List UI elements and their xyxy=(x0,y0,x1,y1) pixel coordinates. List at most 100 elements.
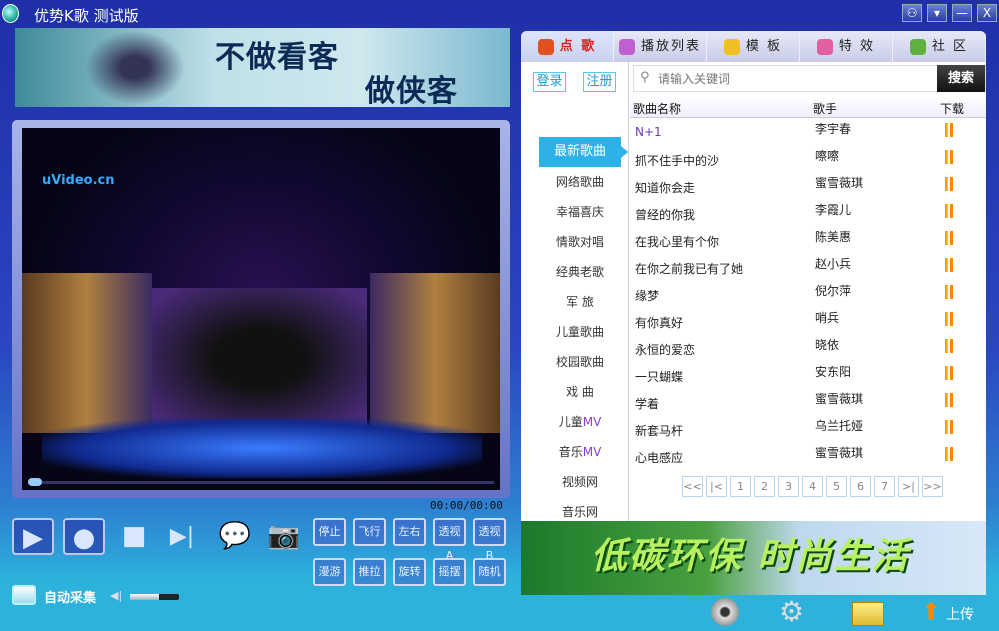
table-row[interactable]: 曾经的你我 李霞儿 xyxy=(630,200,986,227)
page-button[interactable]: 2 xyxy=(754,476,775,497)
effect-button[interactable]: 摇摆 xyxy=(433,558,466,586)
camera-icon[interactable]: 📷 xyxy=(264,518,304,555)
singer-name[interactable]: 晓依 xyxy=(815,336,839,353)
category-item[interactable]: 戏 曲 xyxy=(539,377,621,407)
singer-name[interactable]: 李宇春 xyxy=(815,120,851,137)
play-button[interactable]: ▶ xyxy=(12,518,54,555)
table-row[interactable]: 在我心里有个你 陈美惠 xyxy=(630,227,986,254)
singer-name[interactable]: 陈美惠 xyxy=(815,228,851,245)
singer-name[interactable]: 蜜雪薇琪 xyxy=(815,390,863,407)
effect-button[interactable]: 左右 xyxy=(393,518,426,546)
tab-item[interactable]: 特 效 xyxy=(800,31,893,62)
chat-icon[interactable]: 💬 xyxy=(215,518,255,555)
upload-button[interactable]: 上传 xyxy=(946,604,974,624)
song-name[interactable]: 学着 xyxy=(635,395,659,412)
ad-banner[interactable]: 低碳环保 时尚生活 xyxy=(521,521,986,595)
table-row[interactable]: 心电感应 蜜雪薇琪 xyxy=(630,443,986,470)
login-button[interactable]: 登录 xyxy=(533,72,566,92)
effect-button[interactable]: 漫游 xyxy=(313,558,346,586)
download-icon[interactable] xyxy=(945,231,948,245)
tab-item[interactable]: 播放列表 xyxy=(614,31,707,62)
category-item[interactable]: 军 旅 xyxy=(539,287,621,317)
video-display[interactable]: uVideo.cn xyxy=(22,128,500,490)
table-row[interactable]: 在你之前我已有了她 赵小兵 xyxy=(630,254,986,281)
category-item[interactable]: 视频网 xyxy=(539,467,621,497)
volume-icon[interactable]: ◀| xyxy=(110,589,122,602)
minimize-button[interactable]: — xyxy=(952,4,972,22)
effect-button[interactable]: 透视B xyxy=(473,518,506,562)
category-item[interactable]: 校园歌曲 xyxy=(539,347,621,377)
effect-button[interactable]: 停止 xyxy=(313,518,346,546)
download-icon[interactable] xyxy=(945,447,948,461)
download-icon[interactable] xyxy=(945,258,948,272)
song-name[interactable]: 抓不住手中的沙 xyxy=(635,152,719,169)
seek-handle[interactable] xyxy=(28,478,42,486)
song-name[interactable]: 曾经的你我 xyxy=(635,206,695,223)
page-button[interactable]: 6 xyxy=(850,476,871,497)
singer-name[interactable]: 李霞儿 xyxy=(815,201,851,218)
table-row[interactable]: 有你真好 哨兵 xyxy=(630,308,986,335)
download-icon[interactable] xyxy=(945,420,948,434)
song-name[interactable]: 新套马杆 xyxy=(635,422,683,439)
category-item-mv[interactable]: 儿童MV xyxy=(539,407,621,437)
singer-name[interactable]: 倪尔萍 xyxy=(815,282,851,299)
singer-name[interactable]: 哨兵 xyxy=(815,309,839,326)
record-button[interactable]: ● xyxy=(63,518,105,555)
song-name[interactable]: 在你之前我已有了她 xyxy=(635,260,743,277)
download-icon[interactable] xyxy=(945,123,948,137)
download-icon[interactable] xyxy=(945,177,948,191)
category-item[interactable]: 儿童歌曲 xyxy=(539,317,621,347)
search-button[interactable]: 搜索 xyxy=(937,65,985,92)
download-icon[interactable] xyxy=(945,285,948,299)
table-row[interactable]: 知道你会走 蜜雪薇琪 xyxy=(630,173,986,200)
song-name[interactable]: 在我心里有个你 xyxy=(635,233,719,250)
category-item[interactable]: 经典老歌 xyxy=(539,257,621,287)
close-button[interactable]: X xyxy=(977,4,997,22)
page-button[interactable]: 5 xyxy=(826,476,847,497)
song-name[interactable]: 有你真好 xyxy=(635,314,683,331)
category-item[interactable]: 音乐网 xyxy=(539,497,621,521)
category-item[interactable]: 幸福喜庆 xyxy=(539,197,621,227)
settings-gear-icon[interactable]: ⚙ xyxy=(779,598,807,626)
page-button[interactable]: >| xyxy=(898,476,919,497)
download-icon[interactable] xyxy=(945,312,948,326)
table-row[interactable]: 抓不住手中的沙 嚓嚓 xyxy=(630,146,986,173)
singer-name[interactable]: 蜜雪薇琪 xyxy=(815,444,863,461)
stop-icon[interactable]: ■ xyxy=(115,518,153,555)
folder-icon[interactable] xyxy=(852,602,884,626)
song-name[interactable]: 心电感应 xyxy=(635,449,683,466)
download-icon[interactable] xyxy=(945,150,948,164)
singer-name[interactable]: 蜜雪薇琪 xyxy=(815,174,863,191)
category-item[interactable]: 最新歌曲 xyxy=(539,137,628,167)
next-icon[interactable]: ▶| xyxy=(163,518,201,555)
download-icon[interactable] xyxy=(945,339,948,353)
singer-name[interactable]: 乌兰托娅 xyxy=(815,417,863,434)
effect-button[interactable]: 飞行 xyxy=(353,518,386,546)
singer-name[interactable]: 赵小兵 xyxy=(815,255,851,272)
song-name[interactable]: 一只蝴蝶 xyxy=(635,368,683,385)
song-name[interactable]: 永恒的爱恋 xyxy=(635,341,695,358)
top-banner[interactable]: 不做看客 做侠客 xyxy=(15,28,510,109)
category-item[interactable]: 网络歌曲 xyxy=(539,167,621,197)
tab-item[interactable]: 模 板 xyxy=(707,31,800,62)
skin-button[interactable]: ⚇ xyxy=(902,4,922,22)
page-button[interactable]: 4 xyxy=(802,476,823,497)
register-button[interactable]: 注册 xyxy=(583,72,616,92)
search-input[interactable] xyxy=(658,68,928,89)
download-icon[interactable] xyxy=(945,366,948,380)
table-row[interactable]: N+1 李宇春 xyxy=(630,119,986,146)
seek-bar[interactable] xyxy=(28,478,494,486)
upload-arrow-icon[interactable]: ⬆ xyxy=(921,598,949,626)
singer-name[interactable]: 安东阳 xyxy=(815,363,851,380)
auto-collect-checkbox[interactable] xyxy=(12,585,36,605)
category-item[interactable]: 情歌对唱 xyxy=(539,227,621,257)
table-row[interactable]: 缘梦 倪尔萍 xyxy=(630,281,986,308)
table-row[interactable]: 永恒的爱恋 晓依 xyxy=(630,335,986,362)
song-name[interactable]: 缘梦 xyxy=(635,287,659,304)
effect-button[interactable]: 随机 xyxy=(473,558,506,586)
table-row[interactable]: 学着 蜜雪薇琪 xyxy=(630,389,986,416)
tab-item[interactable]: 点 歌 xyxy=(521,31,614,62)
page-button[interactable]: 3 xyxy=(778,476,799,497)
song-name[interactable]: 知道你会走 xyxy=(635,179,695,196)
page-button[interactable]: |< xyxy=(706,476,727,497)
